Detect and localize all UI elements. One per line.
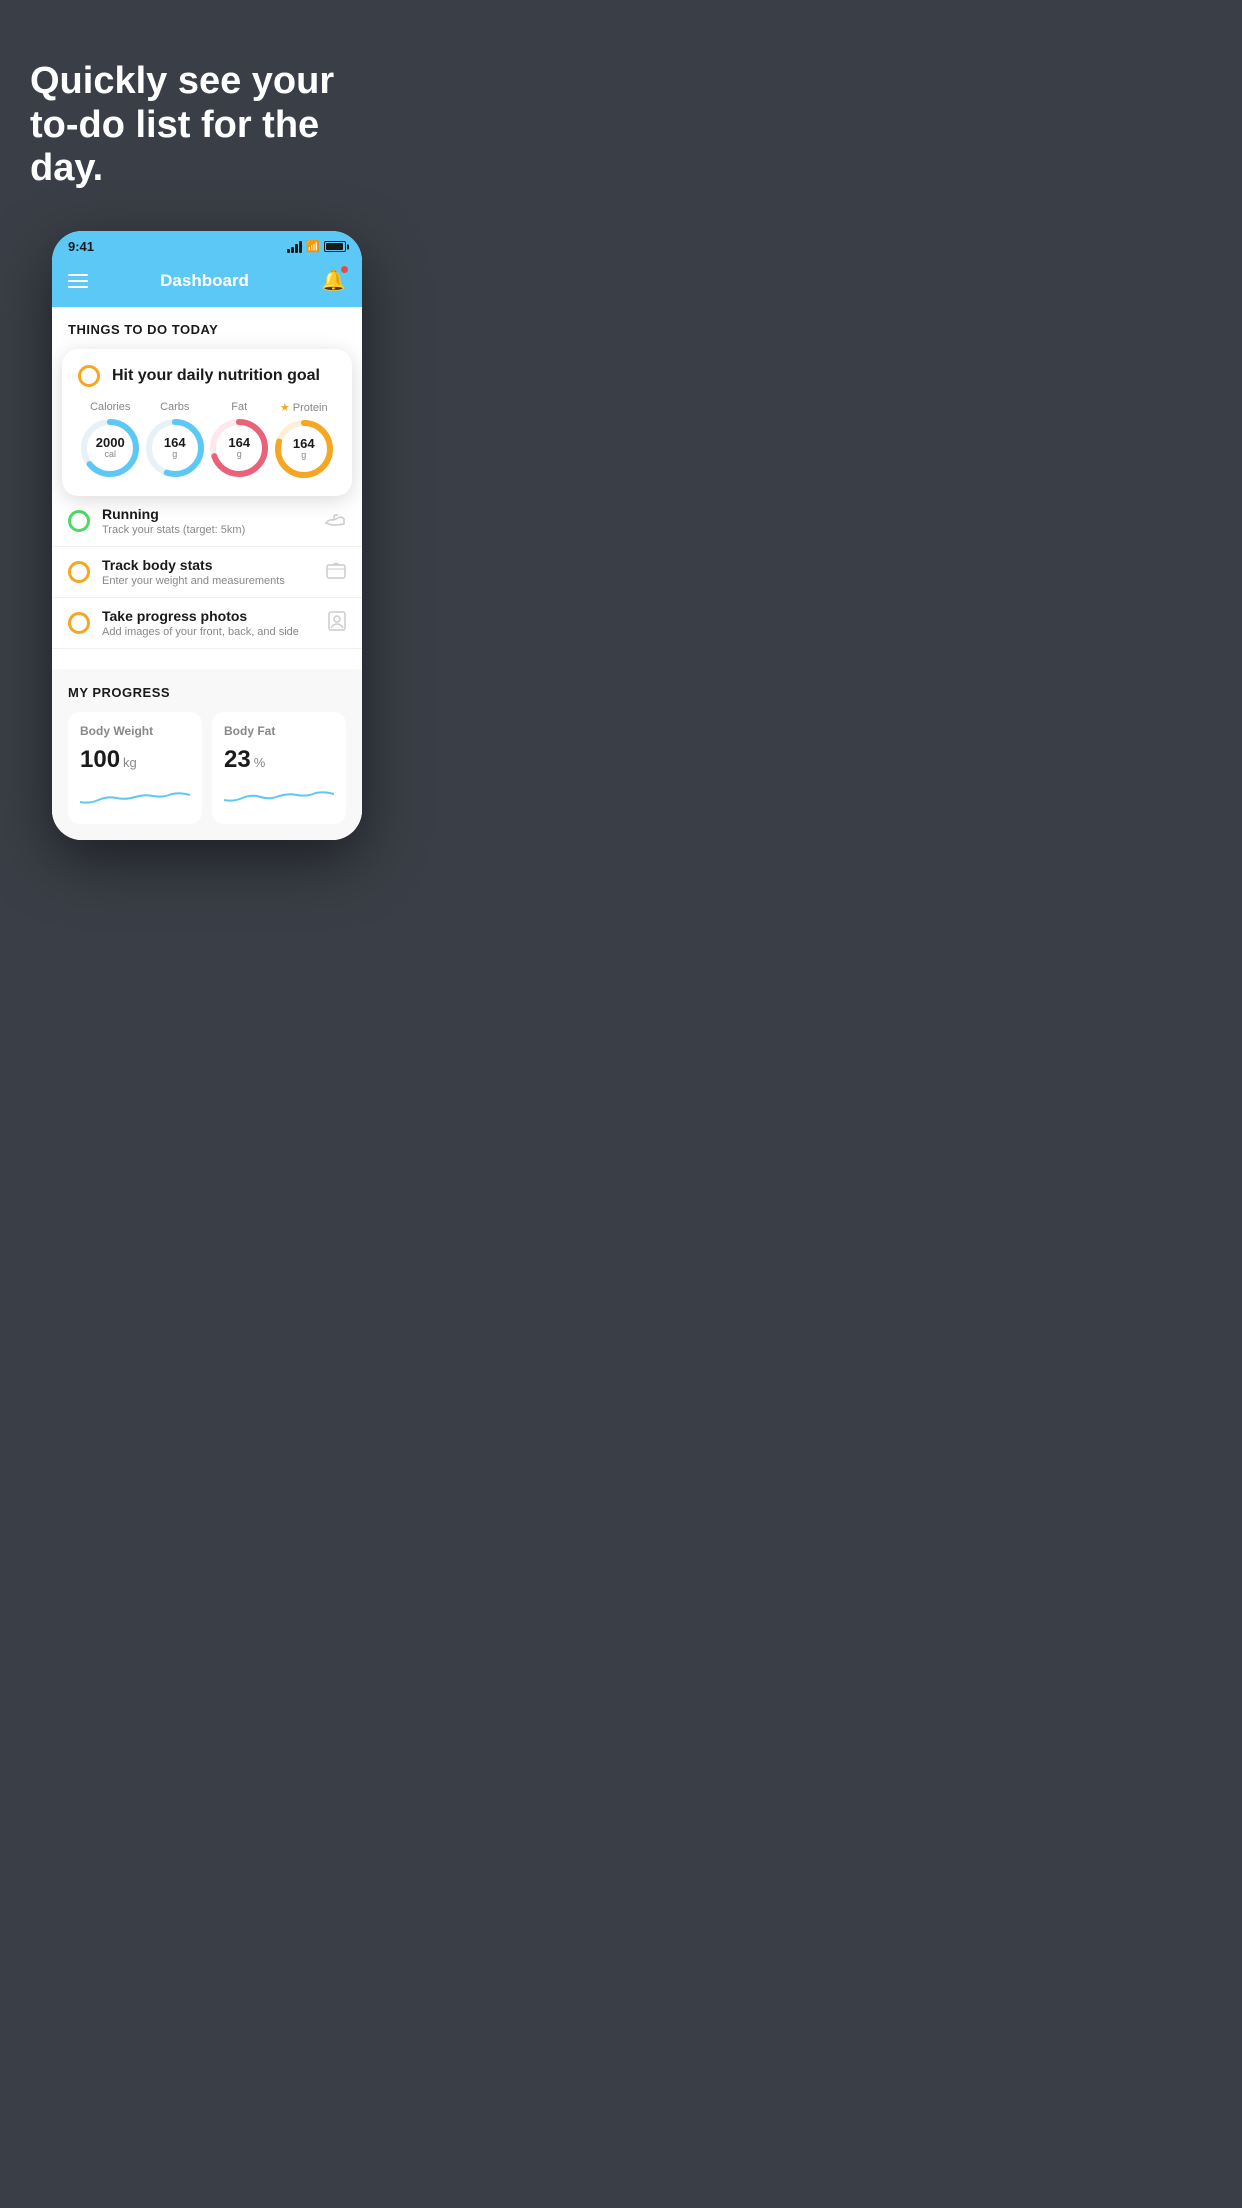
protein-unit: g [293,451,315,461]
notifications-button[interactable]: 🔔 [321,268,346,293]
person-icon [328,611,346,636]
running-shoe-icon [324,511,346,532]
fat-unit: g [228,450,250,460]
calories-donut: 2000 cal [79,417,141,479]
photos-text: Take progress photos Add images of your … [102,608,316,638]
nutrition-item-protein: ★ Protein 164 g [273,401,335,480]
body-stats-radio[interactable] [68,561,90,583]
carbs-value: 164 [164,436,186,450]
carbs-donut: 164 g [144,417,206,479]
hero-title: Quickly see your to-do list for the day. [30,60,384,191]
nutrition-row: Calories 2000 cal [78,401,336,480]
body-weight-unit: kg [123,755,137,770]
scale-icon [326,561,346,584]
photos-title: Take progress photos [102,608,316,624]
fat-donut: 164 g [208,417,270,479]
fat-value: 164 [228,436,250,450]
nav-title: Dashboard [160,271,249,291]
body-weight-number: 100 [80,746,120,774]
todo-item-running[interactable]: Running Track your stats (target: 5km) [52,496,362,547]
body-fat-value: 23 % [224,746,334,774]
nutrition-card: Hit your daily nutrition goal Calories 2 [62,349,352,496]
phone-content: THINGS TO DO TODAY Hit your daily nutrit… [52,307,362,840]
carbs-unit: g [164,450,186,460]
nutrition-radio[interactable] [78,365,100,387]
notification-badge [341,266,348,273]
things-to-do-header: THINGS TO DO TODAY [52,307,362,349]
phone-frame: 9:41 📶 Dashboard 🔔 [52,231,362,840]
running-text: Running Track your stats (target: 5km) [102,506,312,536]
status-time: 9:41 [68,239,94,254]
body-fat-number: 23 [224,746,251,774]
body-stats-text: Track body stats Enter your weight and m… [102,557,314,587]
body-fat-label: Body Fat [224,724,334,738]
body-weight-chart [80,782,190,812]
hero-section: Quickly see your to-do list for the day. [0,0,414,221]
signal-icon [287,241,302,253]
body-fat-unit: % [254,755,266,770]
body-fat-chart [224,782,334,812]
progress-cards: Body Weight 100 kg Body Fat [68,712,346,824]
body-weight-label: Body Weight [80,724,190,738]
todo-item-photos[interactable]: Take progress photos Add images of your … [52,598,362,649]
nutrition-item-fat: Fat 164 g [208,401,270,479]
body-stats-title: Track body stats [102,557,314,573]
calories-value: 2000 [96,436,125,450]
progress-title: MY PROGRESS [68,685,346,700]
body-weight-card: Body Weight 100 kg [68,712,202,824]
nutrition-card-title: Hit your daily nutrition goal [112,367,320,385]
fat-label: Fat [231,401,247,413]
body-fat-card: Body Fat 23 % [212,712,346,824]
progress-section: MY PROGRESS Body Weight 100 kg [52,669,362,840]
things-to-do-title: THINGS TO DO TODAY [68,322,218,337]
calories-label: Calories [90,401,130,413]
todo-item-body-stats[interactable]: Track body stats Enter your weight and m… [52,547,362,598]
body-weight-value: 100 kg [80,746,190,774]
menu-button[interactable] [68,274,88,288]
running-subtitle: Track your stats (target: 5km) [102,524,312,536]
nutrition-item-calories: Calories 2000 cal [79,401,141,479]
todo-list: Running Track your stats (target: 5km) [52,491,362,649]
wifi-icon: 📶 [306,240,320,253]
protein-label: ★ Protein [280,401,328,414]
status-icons: 📶 [287,240,346,253]
card-header: Hit your daily nutrition goal [78,365,336,387]
calories-unit: cal [96,450,125,460]
protein-donut: 164 g [273,418,335,480]
battery-icon [324,241,346,252]
photos-radio[interactable] [68,612,90,634]
nav-bar: Dashboard 🔔 [52,258,362,307]
protein-value: 164 [293,437,315,451]
body-stats-subtitle: Enter your weight and measurements [102,575,314,587]
page-wrapper: Quickly see your to-do list for the day.… [0,0,414,880]
carbs-label: Carbs [160,401,189,413]
running-title: Running [102,506,312,522]
status-bar: 9:41 📶 [52,231,362,258]
running-radio[interactable] [68,510,90,532]
nutrition-item-carbs: Carbs 164 g [144,401,206,479]
photos-subtitle: Add images of your front, back, and side [102,626,316,638]
protein-star-icon: ★ [280,401,290,414]
